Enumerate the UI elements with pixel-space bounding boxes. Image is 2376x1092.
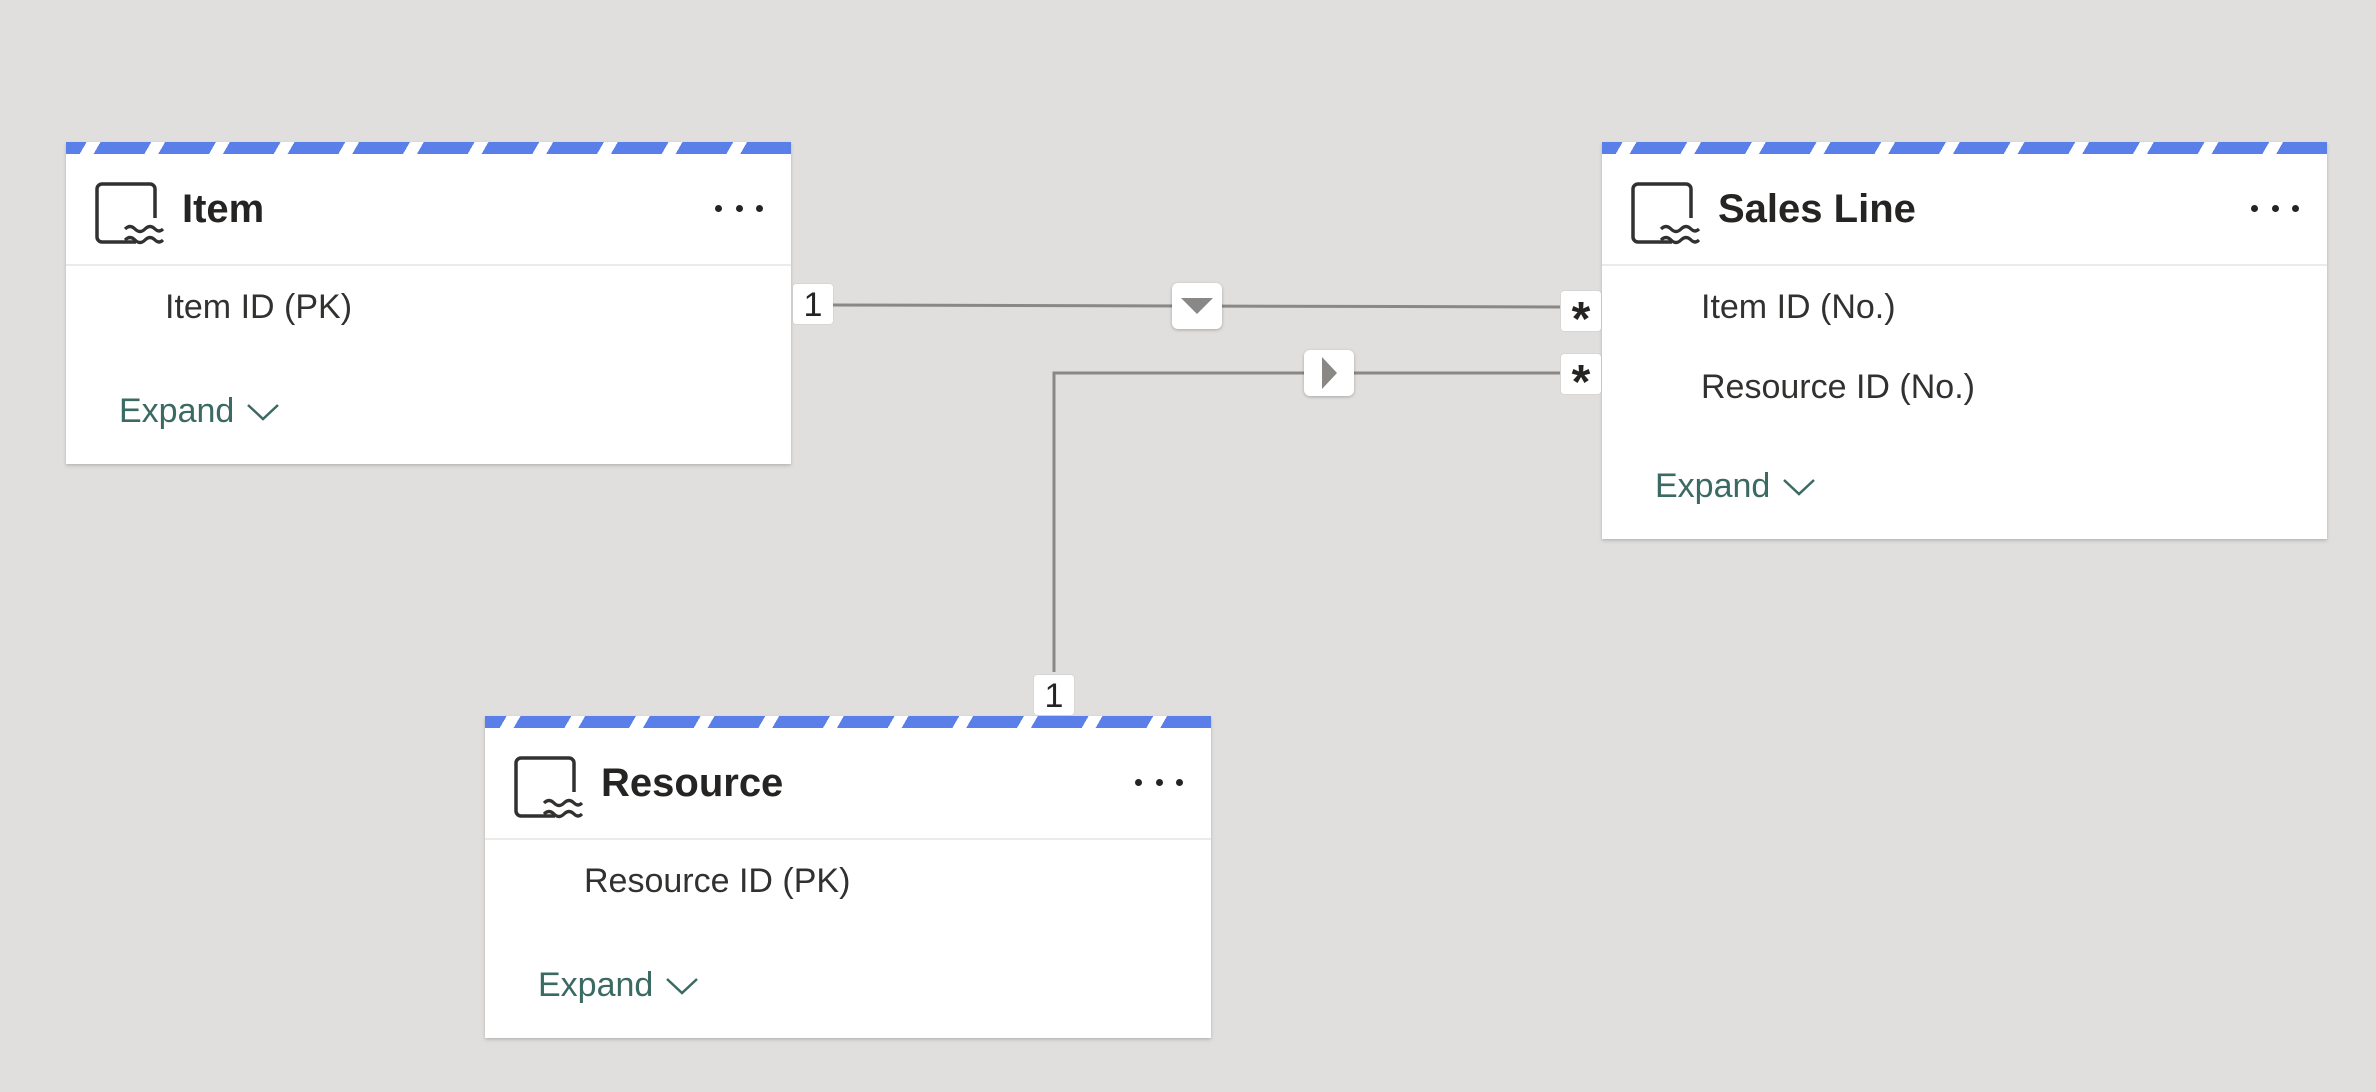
lakehouse-table-icon xyxy=(1631,182,1700,245)
expand-button[interactable]: Expand xyxy=(1655,467,1816,506)
dot-icon xyxy=(1135,778,1142,786)
more-options-button[interactable] xyxy=(1135,762,1183,802)
more-options-button[interactable] xyxy=(2251,188,2299,228)
dot-icon xyxy=(2292,204,2299,212)
table-header-stripe xyxy=(1602,142,2327,154)
dot-icon xyxy=(1155,778,1163,786)
expand-button[interactable]: Expand xyxy=(119,392,280,431)
relationship-line-resource-salesline[interactable] xyxy=(1052,371,1560,672)
table-title: Sales Line xyxy=(1718,187,1916,231)
filter-direction-marker[interactable] xyxy=(1172,283,1222,329)
field-resource-id-pk[interactable]: Resource ID (PK) xyxy=(584,862,850,901)
more-options-button[interactable] xyxy=(715,188,763,228)
dot-icon xyxy=(735,204,743,212)
cardinality-many-label: * xyxy=(1561,354,1601,409)
field-item-id-pk[interactable]: Item ID (PK) xyxy=(165,288,352,327)
table-title: Item xyxy=(182,187,265,231)
expand-label: Expand xyxy=(1655,467,1771,505)
table-card-sales-line[interactable]: Sales Line Item ID (No.) Resource ID (No… xyxy=(1602,142,2327,539)
dot-icon xyxy=(756,204,763,212)
expand-label: Expand xyxy=(119,392,235,430)
dot-icon xyxy=(1176,778,1183,786)
dot-icon xyxy=(2271,204,2279,212)
dot-icon xyxy=(2251,204,2258,212)
table-header-stripe xyxy=(485,716,1211,728)
cardinality-many-label: * xyxy=(1561,291,1601,346)
triangle-down-icon xyxy=(1181,298,1213,314)
chevron-down-icon xyxy=(666,977,699,995)
field-resource-id-no[interactable]: Resource ID (No.) xyxy=(1701,368,1975,407)
cardinality-one-label: 1 xyxy=(1034,675,1074,715)
cardinality-one-label: 1 xyxy=(793,284,833,324)
table-title: Resource xyxy=(601,761,784,805)
table-header-stripe xyxy=(66,142,791,154)
filter-direction-marker[interactable] xyxy=(1304,350,1354,396)
dot-icon xyxy=(715,204,722,212)
lakehouse-table-icon xyxy=(95,182,164,245)
triangle-right-icon xyxy=(1322,357,1337,389)
chevron-down-icon xyxy=(247,403,280,421)
chevron-down-icon xyxy=(1783,478,1816,496)
table-header[interactable]: Sales Line xyxy=(1602,154,2327,266)
table-card-resource[interactable]: Resource Resource ID (PK) Expand xyxy=(485,716,1211,1038)
expand-button[interactable]: Expand xyxy=(538,966,699,1005)
expand-label: Expand xyxy=(538,966,654,1004)
field-item-id-no[interactable]: Item ID (No.) xyxy=(1701,288,1896,327)
lakehouse-table-icon xyxy=(514,756,583,819)
table-header[interactable]: Resource xyxy=(485,728,1211,840)
table-header[interactable]: Item xyxy=(66,154,791,266)
table-card-item[interactable]: Item Item ID (PK) Expand xyxy=(66,142,791,464)
